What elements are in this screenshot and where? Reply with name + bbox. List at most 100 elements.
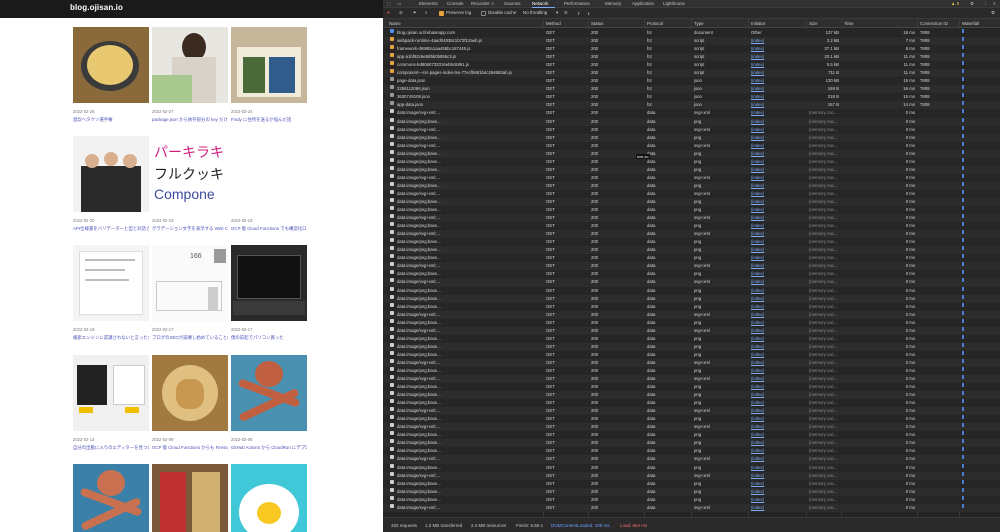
table-row[interactable]: data:image/png;base... GET 200 data png (inde… <box>383 383 1000 392</box>
cell-name[interactable]: data:image/png;base... <box>397 439 541 447</box>
cell-initiator[interactable]: (index) <box>751 69 764 77</box>
cell-initiator[interactable]: (index) <box>751 303 764 311</box>
post-thumbnail[interactable] <box>73 27 149 103</box>
download-icon[interactable]: ⭳ <box>588 10 590 18</box>
tab-lighthouse[interactable]: Lighthouse <box>663 1 685 6</box>
cell-name[interactable]: data:image/png;base... <box>397 447 541 455</box>
table-row[interactable]: data:image/svg+xml;... GET 200 data svg+xml (… <box>383 503 1000 512</box>
warning-badge[interactable]: ▲ 5 <box>951 1 959 6</box>
post-thumbnail[interactable] <box>73 245 149 321</box>
cell-name[interactable]: data:image/png;base... <box>397 134 541 142</box>
table-row[interactable]: data:image/svg+xml;... GET 200 data svg+xml (… <box>383 407 1000 416</box>
post-card[interactable]: 2022-02-18 検索エンジンに認識されないと言ったがあれは嘘だ <box>73 245 149 341</box>
cell-name[interactable]: data:image/png;base... <box>397 488 541 496</box>
cell-initiator[interactable]: (index) <box>751 335 764 343</box>
post-title[interactable]: API仕様書をバリデーターと型と対話させて作る <box>73 226 149 232</box>
col-time[interactable]: Time <box>844 21 854 26</box>
cell-name[interactable]: blog.ojisan.io.firebaseapp.com <box>397 29 541 37</box>
cell-name[interactable]: data:image/png;base... <box>397 351 541 359</box>
cell-initiator[interactable]: (index) <box>751 93 764 101</box>
col-type[interactable]: Type <box>694 21 704 26</box>
cell-initiator[interactable]: (index) <box>751 319 764 327</box>
table-row[interactable]: data:image/svg+xml;... GET 200 data svg+xml (… <box>383 375 1000 384</box>
table-row[interactable]: blog.ojisan.io.firebaseapp.com GET 200 h2 do… <box>383 29 1000 38</box>
cell-name[interactable]: data:image/png;base... <box>397 246 541 254</box>
table-row[interactable]: data:image/png;base... GET 200 data png (inde… <box>383 302 1000 311</box>
post-thumbnail[interactable] <box>152 464 228 532</box>
cell-initiator[interactable]: (index) <box>751 101 764 109</box>
inspect-icon[interactable]: ⬚ <box>387 1 391 7</box>
table-row[interactable]: data:image/png;base... GET 200 data png (inde… <box>383 157 1000 166</box>
cell-name[interactable]: data:image/png;base... <box>397 496 541 504</box>
cell-initiator[interactable]: (index) <box>751 343 764 351</box>
tab-network[interactable]: Network <box>532 1 549 6</box>
post-card[interactable]: 2022-02-17 僕の前起でパソコン買った <box>231 245 307 341</box>
cell-name[interactable]: data:image/png;base... <box>397 383 541 391</box>
post-thumbnail[interactable] <box>231 136 307 212</box>
cell-initiator[interactable]: (index) <box>751 190 764 198</box>
cell-name[interactable]: data:image/png;base... <box>397 238 541 246</box>
tab-memory[interactable]: Memory <box>605 1 621 6</box>
cell-name[interactable]: data:image/png;base... <box>397 303 541 311</box>
cell-initiator[interactable]: (index) <box>751 206 764 214</box>
table-row[interactable]: data:image/svg+xml;... GET 200 data svg+xml (… <box>383 189 1000 198</box>
cell-initiator[interactable]: (index) <box>751 270 764 278</box>
post-title[interactable]: グラデーション文字を表示する Web Components を作った <box>152 226 228 232</box>
post-title[interactable]: 自分の出勤に入りのエディターを見つけられるサービスを作った <box>73 445 149 451</box>
tab-console[interactable]: Console <box>447 1 464 6</box>
cell-initiator[interactable]: (index) <box>751 118 764 126</box>
table-row[interactable]: data:image/png;base... GET 200 data png (inde… <box>383 222 1000 231</box>
cell-name[interactable]: data:image/png;base... <box>397 150 541 158</box>
site-title[interactable]: blog.ojisan.io <box>70 3 123 12</box>
cell-initiator[interactable]: (index) <box>751 295 764 303</box>
table-row[interactable]: data:image/png;base... GET 200 data png (inde… <box>383 165 1000 174</box>
table-row[interactable]: data:image/png;base... GET 200 data png (inde… <box>383 206 1000 215</box>
cell-initiator[interactable]: (index) <box>751 61 764 69</box>
table-row[interactable]: app-data.json GET 200 h2 json (index) 157 B 14 … <box>383 101 1000 110</box>
cell-name[interactable]: webpack-runtime-4aad04838c1b72f12aeb.js <box>397 37 541 45</box>
cell-initiator[interactable]: (index) <box>751 375 764 383</box>
table-row[interactable]: data:image/svg+xml;... GET 200 data svg+xml (… <box>383 173 1000 182</box>
table-row[interactable]: data:image/png;base... GET 200 data png (inde… <box>383 439 1000 448</box>
table-row[interactable]: data:image/png;base... GET 200 data png (inde… <box>383 334 1000 343</box>
table-row[interactable]: data:image/png;base... GET 200 data png (inde… <box>383 479 1000 488</box>
col-initiator[interactable]: Initiator <box>751 21 765 26</box>
cell-initiator[interactable]: (index) <box>751 166 764 174</box>
table-row[interactable]: data:image/png;base... GET 200 data png (inde… <box>383 149 1000 158</box>
post-card[interactable]: 2022-02-26 混炊ヘタクソ選手権 <box>73 27 149 123</box>
post-thumbnail[interactable] <box>73 355 149 431</box>
cell-initiator[interactable]: (index) <box>751 287 764 295</box>
tab-performance[interactable]: Performance <box>564 1 590 6</box>
post-title[interactable]: GCP 版 Cloud Functions でも構造化ロギング <box>231 226 307 232</box>
cell-name[interactable]: data:image/png;base... <box>397 464 541 472</box>
cell-name[interactable]: data:image/png;base... <box>397 367 541 375</box>
preserve-log-checkbox[interactable] <box>439 11 444 16</box>
post-title[interactable]: package.json から依存部分の key だけを抜き出す js ワンライ… <box>152 117 228 123</box>
post-card[interactable]: 2022-02-24 Findy に住所を送るか悩んだ話 <box>231 27 307 123</box>
post-card[interactable]: 2022-02-27 package.json から依存部分の key だけを抜き… <box>152 27 228 123</box>
table-row[interactable]: data:image/png;base... GET 200 data png (inde… <box>383 197 1000 207</box>
cell-name[interactable]: data:image/png;base... <box>397 158 541 166</box>
table-row[interactable]: data:image/svg+xml;... GET 200 data svg+xml (… <box>383 230 1000 239</box>
post-thumbnail[interactable] <box>152 355 228 431</box>
table-row[interactable]: data:image/svg+xml;... GET 200 data svg+xml (… <box>383 310 1000 319</box>
col-connection-id[interactable]: Connection ID <box>920 21 948 26</box>
cell-initiator[interactable]: (index) <box>751 439 764 447</box>
table-row[interactable]: data:image/png;base... GET 200 data png (inde… <box>383 117 1000 126</box>
post-card[interactable] <box>73 464 149 532</box>
cell-initiator[interactable]: (index) <box>751 431 764 439</box>
table-row[interactable]: 3630749108.json GET 200 h2 json (index) 218 B 1… <box>383 93 1000 102</box>
table-row[interactable]: data:image/svg+xml;... GET 200 data svg+xml (… <box>383 125 1000 134</box>
cell-initiator[interactable]: (index) <box>751 464 764 472</box>
table-row[interactable]: data:image/svg+xml;... GET 200 data svg+xml (… <box>383 326 1000 335</box>
table-row[interactable]: data:image/png;base... GET 200 data png (inde… <box>383 399 1000 408</box>
cell-name[interactable]: data:image/png;base... <box>397 206 541 214</box>
cell-name[interactable]: data:image/png;base... <box>397 118 541 126</box>
cell-name[interactable]: data:image/svg+xml;... <box>397 423 541 431</box>
cell-name[interactable]: data:image/png;base... <box>397 222 541 230</box>
post-thumbnail[interactable] <box>231 355 307 431</box>
cell-initiator[interactable]: (index) <box>751 109 764 117</box>
record-icon[interactable]: ● <box>387 10 390 15</box>
cell-initiator[interactable]: (index) <box>751 504 764 512</box>
cell-name[interactable]: data:image/svg+xml;... <box>397 109 541 117</box>
